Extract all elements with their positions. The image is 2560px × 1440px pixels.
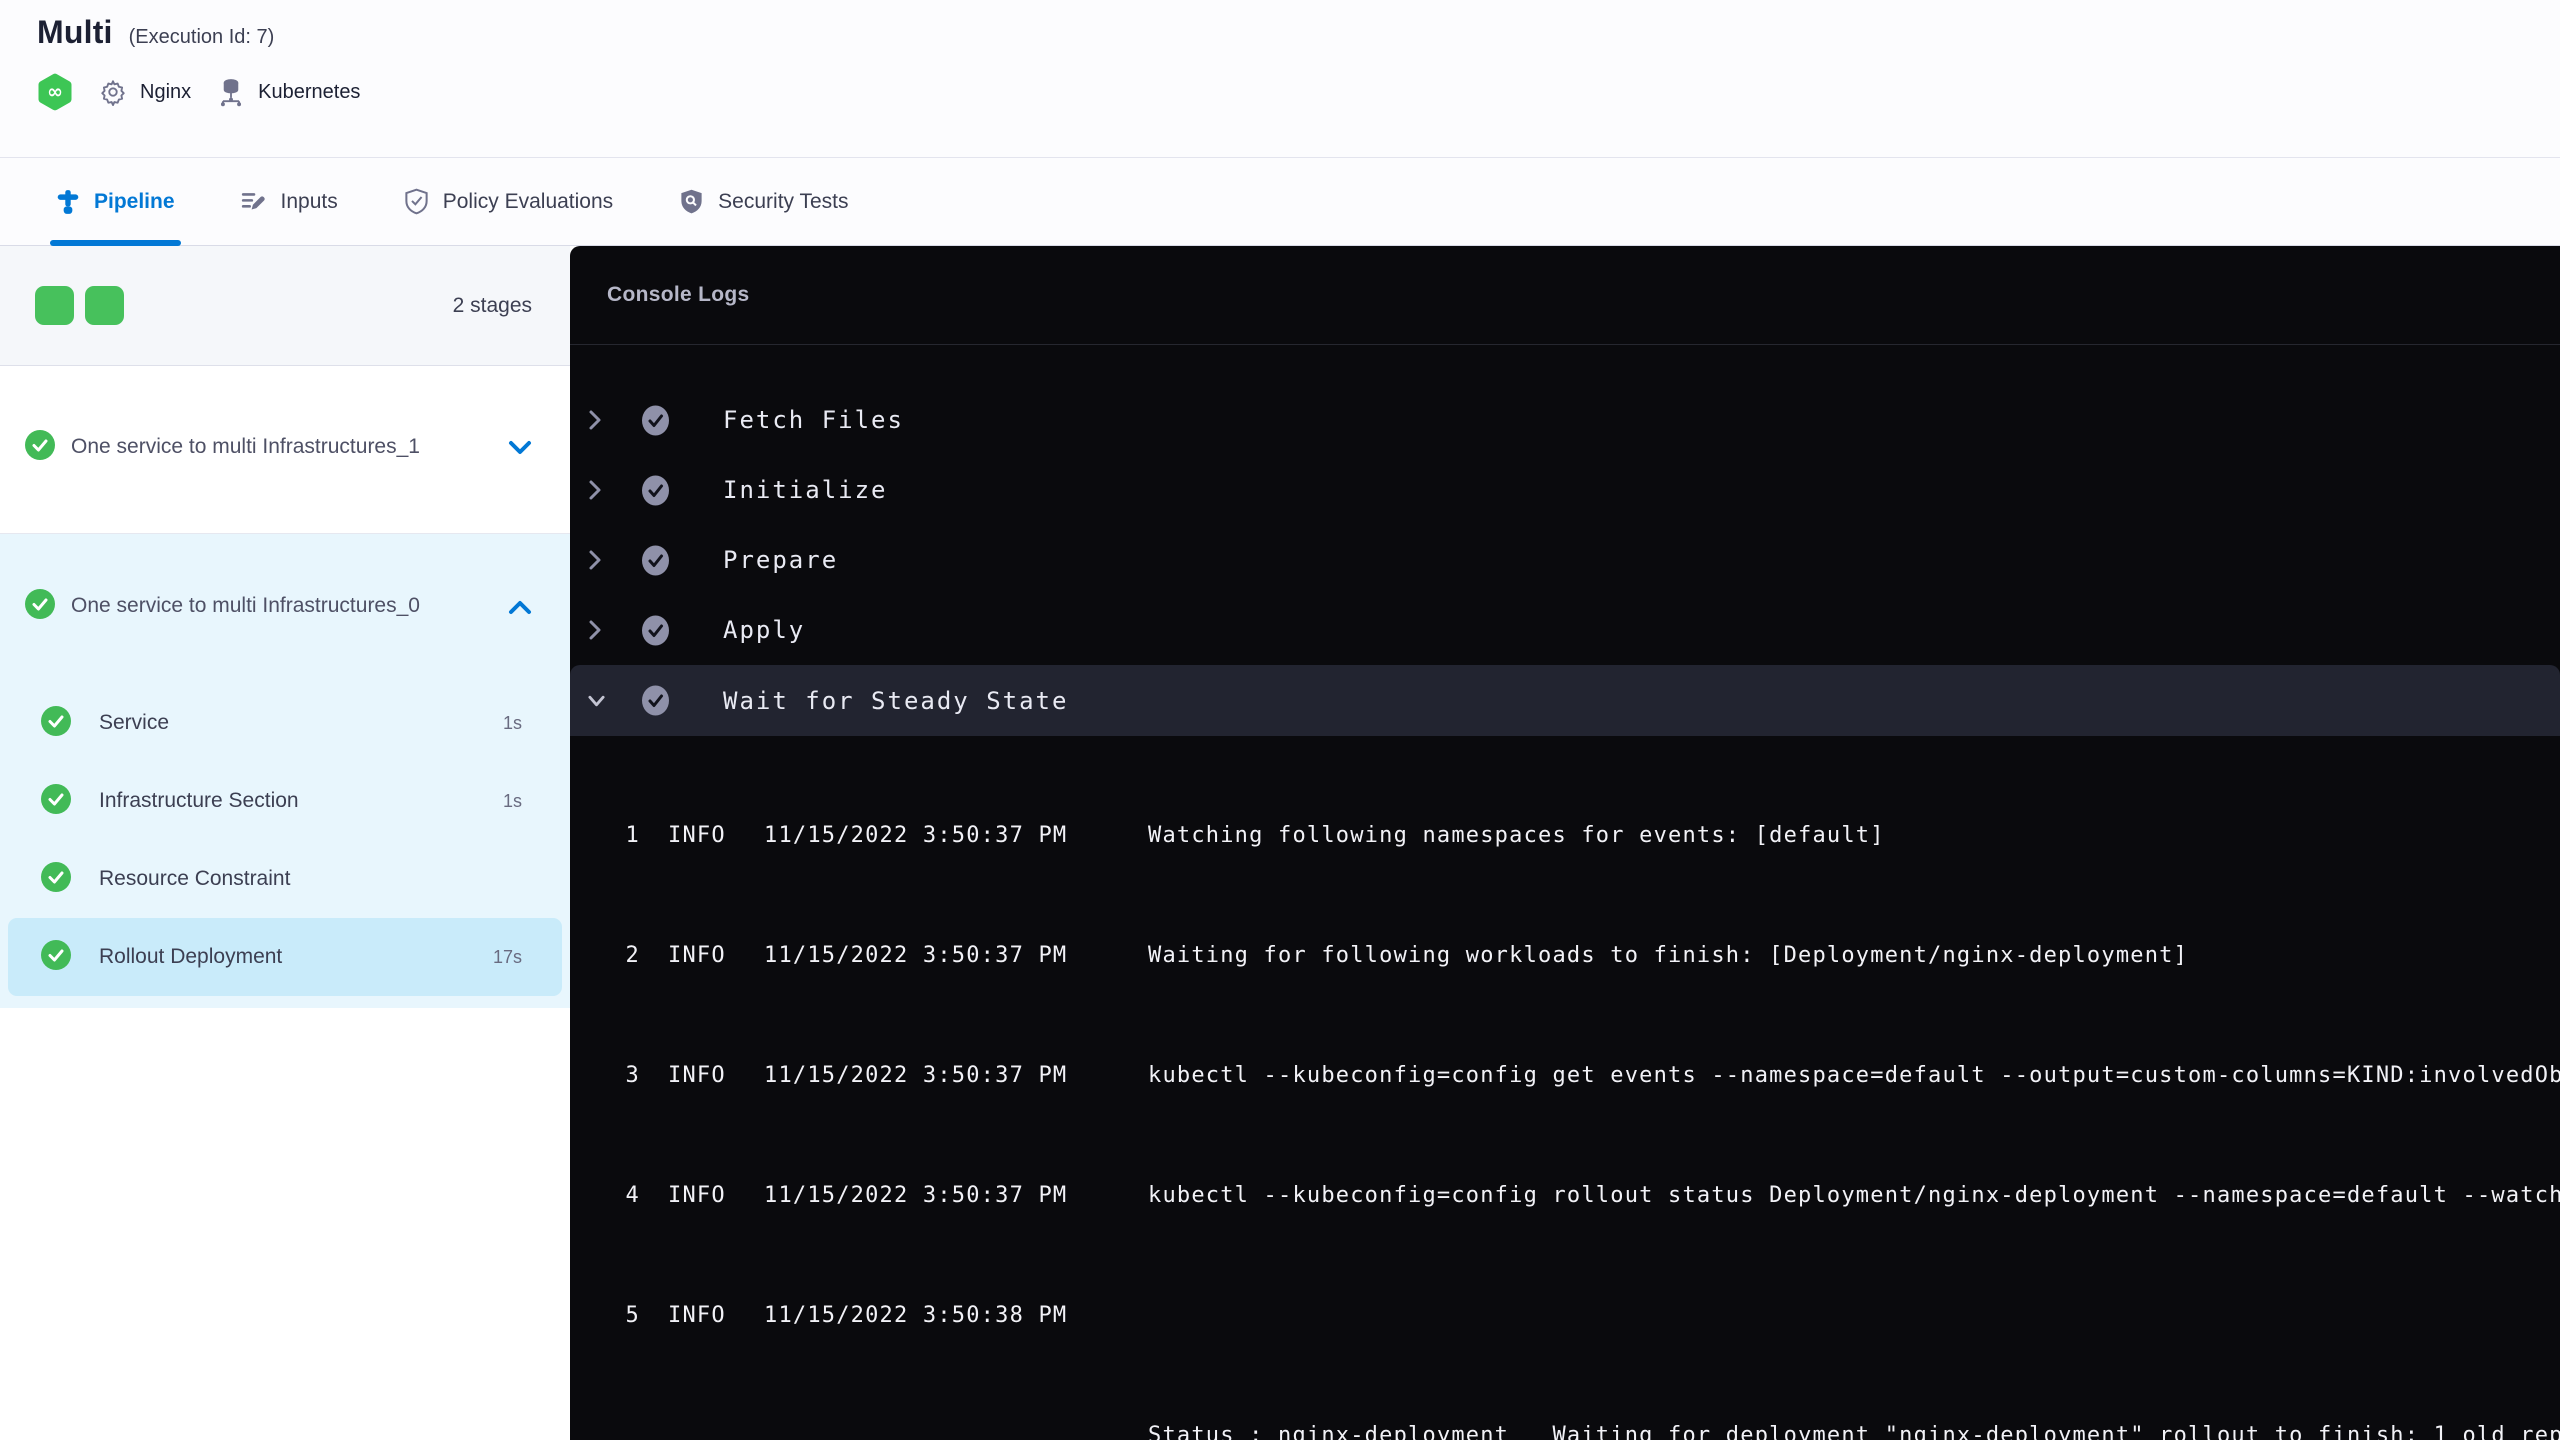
console-step-wait-for-steady-state[interactable]: Wait for Steady State	[570, 665, 2560, 736]
environment-tag-label: Kubernetes	[258, 80, 361, 103]
success-check-icon	[41, 939, 71, 975]
success-check-icon	[641, 475, 670, 506]
success-check-icon	[41, 783, 71, 819]
success-check-icon	[641, 685, 670, 716]
tab-pipeline-label: Pipeline	[94, 189, 175, 213]
chevron-right-icon	[588, 409, 605, 431]
tab-inputs[interactable]: Inputs	[241, 158, 338, 245]
execution-tabbar: Pipeline Inputs Policy Evaluations Secur…	[0, 158, 2560, 246]
success-check-icon	[25, 589, 55, 624]
stage-status-square	[85, 286, 124, 325]
sidebar-step-rollout-deployment[interactable]: Rollout Deployment 17s	[8, 918, 562, 996]
console-logs-title: Console Logs	[570, 246, 2560, 345]
step-duration: 17s	[492, 946, 522, 967]
console-step-initialize[interactable]: Initialize	[570, 455, 2560, 525]
log-line: Status : nginx-deployment Waiting for de…	[1148, 1423, 2560, 1440]
log-line: 2 INFO 11/15/2022 3:50:37 PM Waiting for fo…	[625, 943, 2189, 968]
step-label: Infrastructure Section	[99, 789, 299, 812]
chevron-down-icon	[588, 694, 605, 708]
environment-tag[interactable]: Kubernetes	[217, 77, 360, 107]
success-check-icon	[641, 545, 670, 576]
success-check-icon	[641, 615, 670, 646]
console-step-label: Apply	[723, 616, 806, 644]
stage-name: One service to multi Infrastructures_0	[20, 588, 420, 630]
stage-name: One service to multi Infrastructures_1	[20, 429, 420, 471]
success-check-icon	[641, 405, 670, 436]
execution-id: (Execution Id: 7)	[128, 26, 275, 48]
stage-status-square	[35, 286, 74, 325]
chevron-up-icon[interactable]	[508, 599, 532, 620]
service-tag-label: Nginx	[140, 80, 192, 103]
log-line: 4 INFO 11/15/2022 3:50:37 PM kubectl --kube…	[625, 1183, 2560, 1208]
sidebar-step-infrastructure-section[interactable]: Infrastructure Section 1s	[8, 762, 562, 840]
console-step-apply[interactable]: Apply	[570, 595, 2560, 665]
success-check-icon	[25, 429, 55, 465]
tab-pipeline[interactable]: Pipeline	[50, 158, 181, 246]
inputs-edit-icon	[241, 192, 265, 209]
gear-icon	[101, 80, 125, 106]
stage-count-label: 2 stages	[452, 293, 532, 317]
chevron-right-icon	[588, 549, 605, 571]
pipeline-stages-sidebar: 2 stages One service to multi Infrastruc…	[0, 246, 570, 1440]
log-line: 5 INFO 11/15/2022 3:50:38 PM	[625, 1303, 1068, 1328]
chevron-right-icon	[588, 619, 605, 641]
tab-inputs-label: Inputs	[280, 189, 338, 213]
tab-policy-evaluations-label: Policy Evaluations	[442, 189, 614, 213]
tab-policy-evaluations[interactable]: Policy Evaluations	[404, 158, 613, 245]
log-line: 1 INFO 11/15/2022 3:50:37 PM Watching follo…	[625, 823, 1885, 848]
execution-header: Multi (Execution Id: 7) ∞ Nginx Kubernet…	[0, 0, 2560, 158]
tab-security-tests-label: Security Tests	[718, 189, 849, 213]
log-output: 1 INFO 11/15/2022 3:50:37 PM Watching follo…	[570, 736, 2560, 1440]
step-duration: 1s	[502, 712, 522, 733]
console-step-label: Initialize	[723, 476, 888, 504]
kubernetes-infra-icon	[221, 79, 242, 107]
success-check-icon	[41, 861, 71, 897]
pipeline-icon	[57, 189, 79, 214]
step-label: Service	[99, 711, 170, 734]
sidebar-step-service[interactable]: Service 1s	[8, 684, 562, 762]
chevron-right-icon	[588, 479, 605, 501]
step-duration: 1s	[502, 790, 522, 811]
chevron-down-icon[interactable]	[508, 440, 532, 461]
shield-check-icon	[405, 188, 428, 215]
console-step-label: Fetch Files	[723, 406, 904, 434]
tab-security-tests[interactable]: Security Tests	[679, 158, 849, 245]
console-logs-panel: Console Logs Fetch Files Initialize Prep…	[570, 246, 2560, 1440]
step-label: Rollout Deployment	[99, 945, 283, 968]
console-step-label: Prepare	[723, 546, 839, 574]
console-step-fetch-files[interactable]: Fetch Files	[570, 385, 2560, 455]
harness-cd-icon: ∞	[37, 73, 73, 111]
step-label: Resource Constraint	[99, 867, 291, 890]
shield-search-icon	[681, 189, 702, 214]
stage-row-infrastructures-0[interactable]: One service to multi Infrastructures_0	[0, 534, 570, 684]
sidebar-step-resource-constraint[interactable]: Resource Constraint	[8, 840, 562, 918]
svg-text:∞: ∞	[47, 81, 63, 103]
expanded-stage-section: One service to multi Infrastructures_0 S…	[0, 534, 570, 1008]
service-tag[interactable]: Nginx	[99, 78, 191, 106]
console-step-prepare[interactable]: Prepare	[570, 525, 2560, 595]
stage-status-squares	[35, 286, 124, 325]
stages-summary-bar: 2 stages	[0, 246, 570, 366]
page-title: Multi	[37, 14, 113, 50]
stage-row-infrastructures-1[interactable]: One service to multi Infrastructures_1	[0, 366, 570, 534]
log-line: 3 INFO 11/15/2022 3:50:37 PM kubectl --kube…	[625, 1063, 2560, 1088]
success-check-icon	[41, 705, 71, 741]
console-step-label: Wait for Steady State	[723, 686, 1069, 715]
